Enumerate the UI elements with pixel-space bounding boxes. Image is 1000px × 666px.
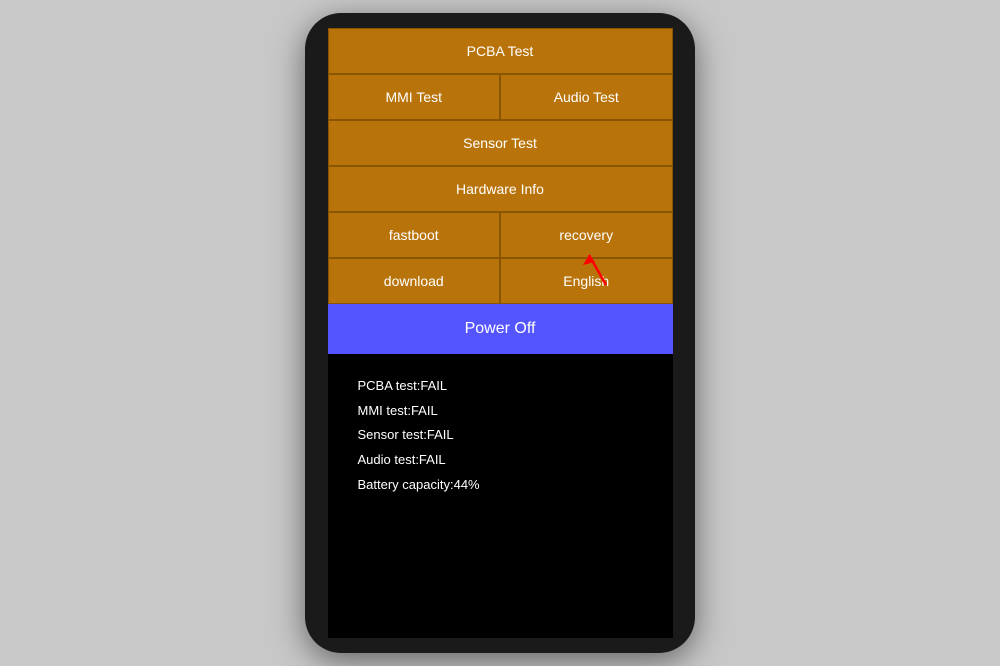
download-button[interactable]: download	[328, 258, 501, 304]
phone-device: PCBA Test MMI Test Audio Test Sensor Tes…	[305, 13, 695, 653]
pcba-status: PCBA test:FAIL	[358, 374, 643, 399]
sensor-status: Sensor test:FAIL	[358, 423, 643, 448]
sensor-test-button[interactable]: Sensor Test	[328, 120, 673, 166]
english-button[interactable]: English	[500, 258, 673, 304]
download-english-row: download English	[328, 258, 673, 304]
audio-status: Audio test:FAIL	[358, 448, 643, 473]
hardware-info-button[interactable]: Hardware Info	[328, 166, 673, 212]
fastboot-button[interactable]: fastboot	[328, 212, 501, 258]
mmi-test-button[interactable]: MMI Test	[328, 74, 501, 120]
phone-screen: PCBA Test MMI Test Audio Test Sensor Tes…	[328, 28, 673, 638]
pcba-test-button[interactable]: PCBA Test	[328, 28, 673, 74]
menu-area: PCBA Test MMI Test Audio Test Sensor Tes…	[328, 28, 673, 354]
power-off-button[interactable]: Power Off	[328, 304, 673, 354]
status-area: PCBA test:FAIL MMI test:FAIL Sensor test…	[328, 354, 673, 638]
audio-test-button[interactable]: Audio Test	[500, 74, 673, 120]
recovery-button[interactable]: recovery	[500, 212, 673, 258]
battery-status: Battery capacity:44%	[358, 473, 643, 498]
fastboot-recovery-row: fastboot recovery	[328, 212, 673, 258]
mmi-audio-row: MMI Test Audio Test	[328, 74, 673, 120]
mmi-status: MMI test:FAIL	[358, 399, 643, 424]
